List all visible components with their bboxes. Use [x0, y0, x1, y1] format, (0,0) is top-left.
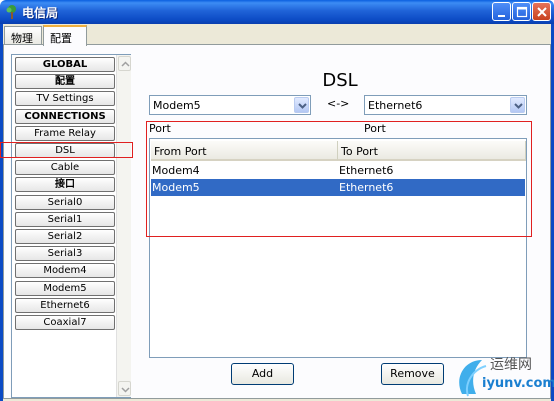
chevron-down-icon	[514, 103, 523, 109]
sidebar-item-serial3[interactable]: Serial3	[15, 246, 115, 262]
close-button[interactable]	[532, 2, 551, 21]
sidebar-item-modem4[interactable]: Modem4	[15, 263, 115, 279]
sidebar-item-frame-relay[interactable]: Frame Relay	[15, 125, 115, 141]
left-select-dropdown-button[interactable]	[294, 97, 309, 113]
chevron-down-icon	[298, 103, 307, 109]
remove-button[interactable]: Remove	[381, 363, 444, 385]
sidebar-item-tv-settings[interactable]: TV Settings	[15, 91, 115, 107]
right-device-select[interactable]: Ethernet6	[364, 95, 527, 115]
left-device-select[interactable]: Modem5	[149, 95, 311, 115]
maximize-button[interactable]	[512, 2, 531, 21]
sidebar-item-serial0[interactable]: Serial0	[15, 194, 115, 210]
right-select-dropdown-button[interactable]	[510, 97, 525, 113]
left-device-select-value: Modem5	[153, 99, 201, 112]
right-device-select-value: Ethernet6	[368, 99, 423, 112]
add-button[interactable]: Add	[231, 363, 294, 385]
minimize-icon	[498, 15, 505, 17]
tab-physical[interactable]: 物理	[4, 26, 42, 45]
chevron-down-icon	[121, 387, 130, 393]
sidebar-item-接口[interactable]: 接口	[15, 177, 115, 193]
site-watermark: 运维网 iyunv.com	[452, 350, 554, 400]
title-bar[interactable]: 电信局	[0, 0, 554, 24]
sidebar: GLOBAL 配置 TV Settings CONNECTIONS Frame Rela…	[11, 54, 131, 398]
watermark-url: iyunv.com	[482, 376, 554, 391]
sidebar-item-cable[interactable]: Cable	[15, 160, 115, 176]
sidebar-item-serial2[interactable]: Serial2	[15, 229, 115, 244]
chevron-up-icon	[121, 61, 130, 67]
scroll-down-button[interactable]	[118, 381, 131, 396]
sidebar-item-global[interactable]: GLOBAL	[15, 57, 115, 72]
page-title: DSL	[322, 70, 358, 91]
scroll-up-button[interactable]	[118, 56, 131, 71]
tab-config-label: 配置	[50, 32, 72, 45]
watermark-cn: 运维网	[490, 357, 532, 373]
link-arrows: <->	[327, 97, 350, 110]
window-title: 电信局	[22, 6, 59, 20]
sidebar-scrollbar[interactable]	[116, 55, 131, 397]
maximize-icon	[516, 6, 528, 18]
table-highlight-box	[146, 121, 532, 237]
sidebar-item-modem5[interactable]: Modem5	[15, 280, 115, 296]
sidebar-item-serial1[interactable]: Serial1	[15, 211, 115, 227]
tab-config[interactable]: 配置	[43, 25, 87, 46]
sidebar-item-coaxial7[interactable]: Coaxial7	[15, 315, 115, 330]
sidebar-item-ethernet6[interactable]: Ethernet6	[15, 297, 115, 313]
sidebar-item-connections[interactable]: CONNECTIONS	[15, 108, 115, 124]
sidebar-item-配置[interactable]: 配置	[15, 74, 115, 90]
close-icon	[537, 7, 547, 17]
minimize-button[interactable]	[492, 2, 511, 21]
dsl-highlight-box	[0, 142, 133, 158]
app-tree-icon	[6, 5, 16, 19]
